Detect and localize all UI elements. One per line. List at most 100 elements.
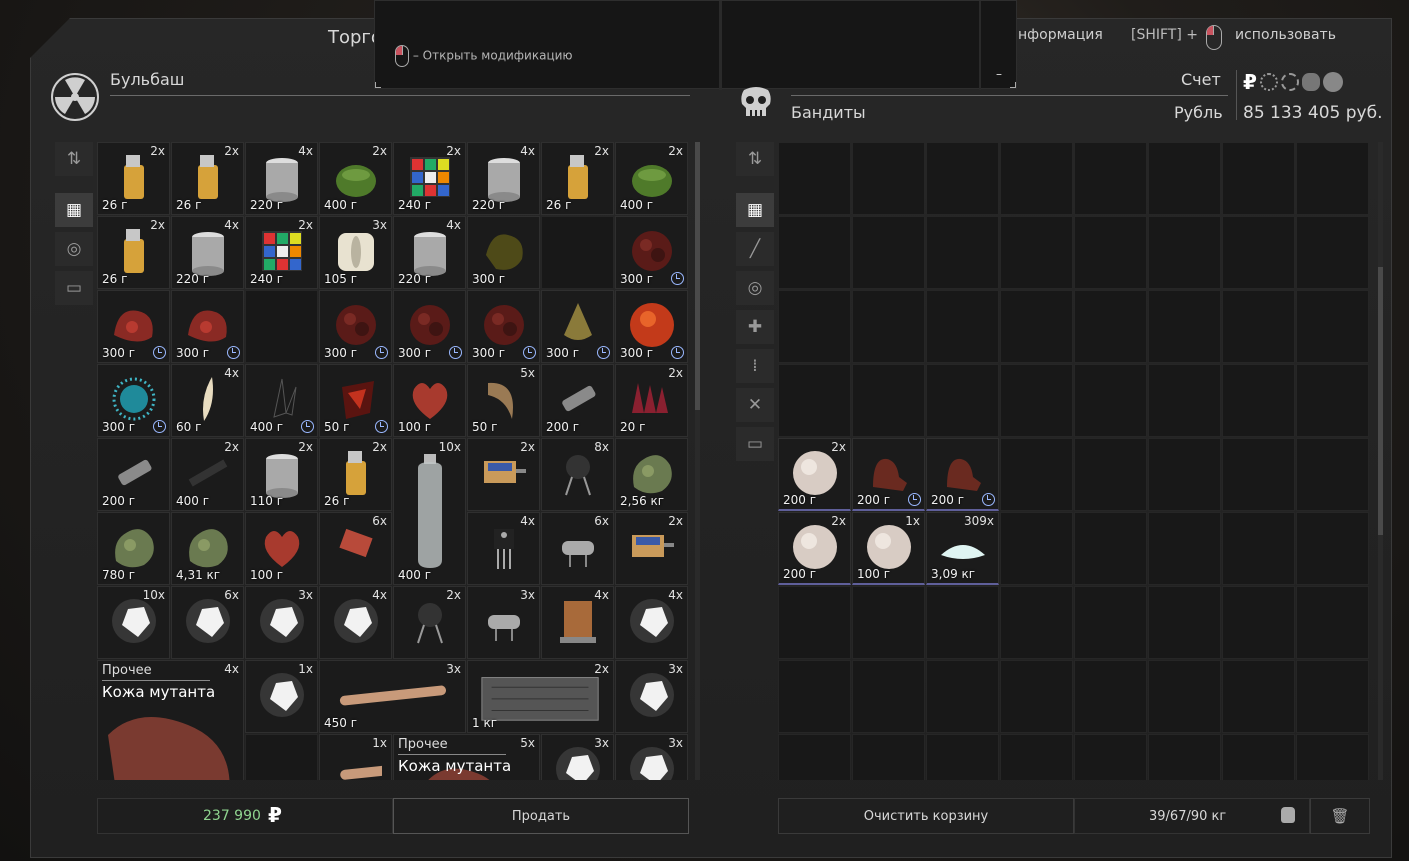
empty-slot[interactable]: [1296, 142, 1369, 215]
empty-slot[interactable]: [778, 290, 851, 363]
inventory-item[interactable]: 300 г: [319, 290, 392, 363]
empty-slot[interactable]: [1000, 142, 1073, 215]
empty-slot[interactable]: [926, 660, 999, 733]
empty-slot[interactable]: [1222, 512, 1295, 585]
empty-slot[interactable]: [1296, 438, 1369, 511]
empty-slot[interactable]: [778, 734, 851, 780]
inventory-item[interactable]: 1x: [245, 660, 318, 733]
inventory-item[interactable]: 3x: [467, 586, 540, 659]
empty-slot[interactable]: [1148, 142, 1221, 215]
inventory-item[interactable]: 4x 60 г: [171, 364, 244, 437]
inventory-item[interactable]: 300 г: [541, 290, 614, 363]
gear-currency-icon[interactable]: [1259, 73, 1278, 91]
inventory-item[interactable]: 6x: [171, 586, 244, 659]
empty-slot[interactable]: [852, 290, 925, 363]
mutant-skin-item[interactable]: Прочее 4x Кожа мутанта: [97, 660, 244, 780]
inventory-item[interactable]: 300 г: [393, 290, 466, 363]
inventory-item[interactable]: 300 г: [467, 216, 540, 289]
inventory-item[interactable]: 10x: [97, 586, 170, 659]
inventory-item[interactable]: 300 г: [615, 216, 688, 289]
ammo-filter-icon[interactable]: ⁞: [736, 349, 774, 383]
inventory-item[interactable]: 2x 200 г: [778, 512, 851, 585]
inventory-item[interactable]: 300 г: [467, 290, 540, 363]
inventory-item[interactable]: 2x 26 г: [97, 142, 170, 215]
inventory-item[interactable]: 2x: [615, 512, 688, 585]
misc-filter-icon[interactable]: ▭: [736, 427, 774, 461]
inventory-item[interactable]: 300 г: [97, 290, 170, 363]
empty-slot[interactable]: [778, 216, 851, 289]
empty-slot[interactable]: [852, 142, 925, 215]
empty-slot[interactable]: [1296, 216, 1369, 289]
empty-slot[interactable]: [1222, 734, 1295, 780]
sort-icon[interactable]: ⇅: [736, 142, 774, 176]
empty-slot[interactable]: [1074, 142, 1147, 215]
inventory-item[interactable]: 300 г: [97, 364, 170, 437]
left-scrollbar[interactable]: [695, 142, 700, 780]
inventory-item[interactable]: 2x 1 кг: [467, 660, 614, 733]
empty-slot[interactable]: [926, 216, 999, 289]
empty-slot[interactable]: [245, 734, 318, 780]
empty-slot[interactable]: [778, 660, 851, 733]
inventory-item[interactable]: 100 г: [245, 512, 318, 585]
flower-currency-icon[interactable]: [1280, 73, 1299, 91]
inventory-item[interactable]: 2x 26 г: [319, 438, 392, 511]
empty-slot[interactable]: [541, 216, 614, 289]
right-scrollbar[interactable]: [1378, 142, 1383, 780]
artifact-filter-icon[interactable]: ◎: [736, 271, 774, 305]
grid-all-icon[interactable]: ▦: [736, 193, 774, 227]
empty-slot[interactable]: [1074, 660, 1147, 733]
mutant-skin-item[interactable]: Прочее 5x Кожа мутанта: [393, 734, 540, 780]
inventory-item[interactable]: 4x: [615, 586, 688, 659]
inventory-item[interactable]: 6x: [319, 512, 392, 585]
empty-slot[interactable]: [852, 734, 925, 780]
shell-currency-icon[interactable]: [1301, 73, 1320, 91]
empty-slot[interactable]: [1000, 586, 1073, 659]
empty-slot[interactable]: [1222, 142, 1295, 215]
empty-slot[interactable]: [1000, 438, 1073, 511]
empty-slot[interactable]: [245, 290, 318, 363]
inventory-item[interactable]: 5x 50 г: [467, 364, 540, 437]
empty-slot[interactable]: [926, 734, 999, 780]
empty-slot[interactable]: [1000, 364, 1073, 437]
inventory-item[interactable]: 300 г: [171, 290, 244, 363]
inventory-item[interactable]: 2x 26 г: [541, 142, 614, 215]
empty-slot[interactable]: [1222, 586, 1295, 659]
grid-all-icon[interactable]: ▦: [55, 193, 93, 227]
inventory-item[interactable]: 2x 400 г: [615, 142, 688, 215]
empty-slot[interactable]: [1296, 364, 1369, 437]
inventory-item[interactable]: 100 г: [393, 364, 466, 437]
inventory-item[interactable]: 400 г: [245, 364, 318, 437]
empty-slot[interactable]: [1074, 512, 1147, 585]
empty-slot[interactable]: [852, 586, 925, 659]
empty-slot[interactable]: [1074, 290, 1147, 363]
empty-slot[interactable]: [852, 216, 925, 289]
tooltip-scroll-track[interactable]: [979, 1, 981, 90]
inventory-item[interactable]: 4x 220 г: [467, 142, 540, 215]
inventory-item[interactable]: 3x 450 г: [319, 660, 466, 733]
empty-slot[interactable]: [1222, 364, 1295, 437]
empty-slot[interactable]: [778, 364, 851, 437]
empty-slot[interactable]: [1074, 586, 1147, 659]
empty-slot[interactable]: [1296, 660, 1369, 733]
empty-slot[interactable]: [1148, 734, 1221, 780]
empty-slot[interactable]: [1000, 216, 1073, 289]
inventory-item[interactable]: 2x 26 г: [97, 216, 170, 289]
inventory-item[interactable]: 2x: [393, 586, 466, 659]
empty-slot[interactable]: [926, 290, 999, 363]
empty-slot[interactable]: [1296, 734, 1369, 780]
inventory-item[interactable]: 4x 220 г: [245, 142, 318, 215]
inventory-item[interactable]: 2x 200 г: [778, 438, 851, 511]
coin-currency-icon[interactable]: [1322, 72, 1343, 92]
empty-slot[interactable]: [1000, 290, 1073, 363]
inventory-item[interactable]: 2x 400 г: [171, 438, 244, 511]
inventory-item[interactable]: 309x 3,09 кг: [926, 512, 999, 585]
inventory-item[interactable]: 4x: [319, 586, 392, 659]
empty-slot[interactable]: [778, 586, 851, 659]
empty-slot[interactable]: [1296, 290, 1369, 363]
empty-slot[interactable]: [1074, 734, 1147, 780]
empty-slot[interactable]: [1222, 216, 1295, 289]
empty-slot[interactable]: [1148, 290, 1221, 363]
weapon-filter-icon[interactable]: ╱: [736, 232, 774, 266]
inventory-item[interactable]: 3x: [245, 586, 318, 659]
inventory-item[interactable]: 300 г: [615, 290, 688, 363]
